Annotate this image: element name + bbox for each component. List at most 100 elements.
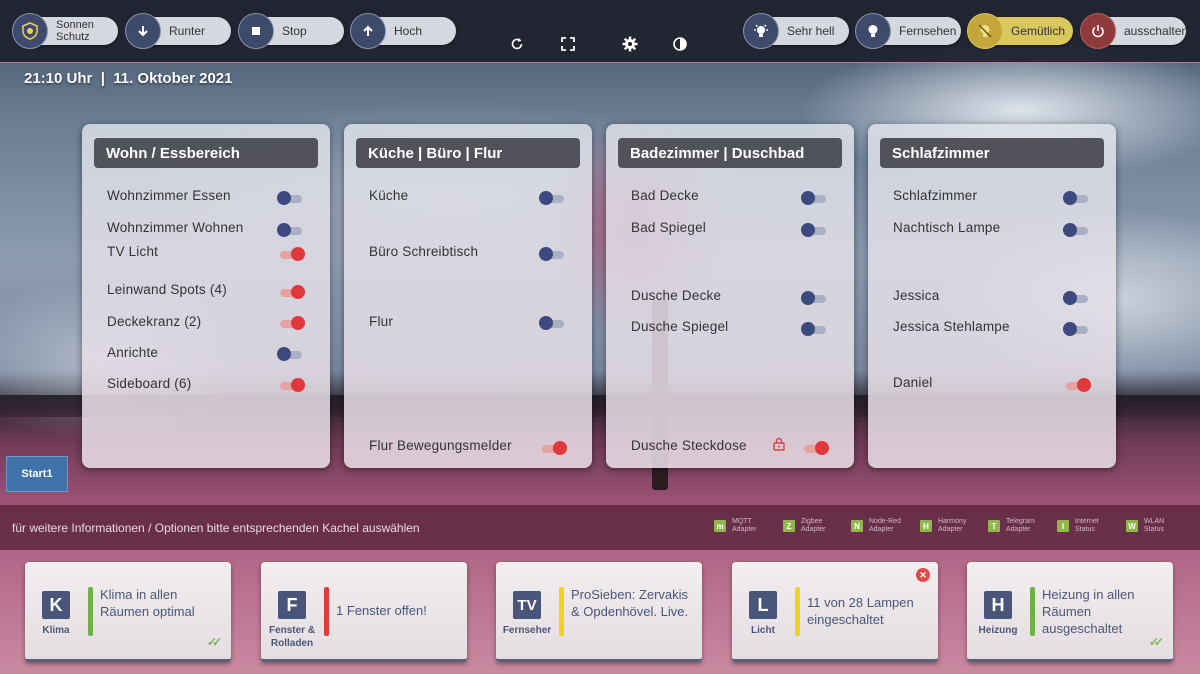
power-icon bbox=[1080, 13, 1116, 49]
light-label: Wohnzimmer Wohnen bbox=[107, 220, 244, 235]
light-toggle[interactable] bbox=[1063, 191, 1088, 205]
room-title: Schlafzimmer bbox=[880, 138, 1104, 168]
light-toggle[interactable] bbox=[804, 441, 829, 455]
tile-text: Heizung in allen Räumen ausgeschaltet bbox=[1042, 587, 1135, 636]
light-label: Daniel bbox=[893, 375, 933, 390]
light-label: Dusche Decke bbox=[631, 288, 722, 303]
light-toggle[interactable] bbox=[1063, 291, 1088, 305]
shutter-up-button[interactable]: Hoch bbox=[350, 13, 456, 49]
status-indicator: m bbox=[714, 520, 726, 532]
light-toggle[interactable] bbox=[539, 191, 564, 205]
status-label: Internet Status bbox=[1075, 518, 1099, 533]
light-toggle[interactable] bbox=[280, 316, 305, 330]
light-toggle[interactable] bbox=[277, 347, 302, 361]
status-indicator: I bbox=[1057, 520, 1069, 532]
tile-caption: Heizung bbox=[978, 625, 1018, 636]
tile-caption: Licht bbox=[751, 625, 775, 636]
status-telegram[interactable]: T Telegram Adapter bbox=[988, 518, 1035, 534]
tile-icon: H bbox=[984, 591, 1012, 619]
light-toggle[interactable] bbox=[280, 378, 305, 392]
light-toggle[interactable] bbox=[1066, 378, 1091, 392]
double-check-icon: ✓✓ bbox=[1148, 635, 1164, 649]
status-label: Node-Red Adapter bbox=[869, 518, 901, 533]
light-label: Büro Schreibtisch bbox=[369, 244, 479, 259]
tile-status-bar bbox=[795, 587, 800, 636]
light-toggle[interactable] bbox=[277, 223, 302, 237]
light-label: Küche bbox=[369, 188, 409, 203]
light-toggle[interactable] bbox=[1063, 322, 1088, 336]
stop-icon bbox=[238, 13, 274, 49]
sun-protection-label: Sonnen Schutz bbox=[56, 19, 94, 43]
light-label: Wohnzimmer Essen bbox=[107, 188, 231, 203]
sun-protection-button[interactable]: Sonnen Schutz bbox=[12, 13, 118, 49]
tile-lights[interactable]: ✕ L Licht 11 von 28 Lampen eingeschaltet bbox=[732, 562, 938, 662]
room-title: Wohn / Essbereich bbox=[94, 138, 318, 168]
room-title: Küche | Büro | Flur bbox=[356, 138, 580, 168]
refresh-icon[interactable] bbox=[508, 35, 526, 53]
fullscreen-icon[interactable] bbox=[559, 35, 577, 53]
shutter-down-button[interactable]: Runter bbox=[125, 13, 231, 49]
scene-tv-label: Fernsehen bbox=[899, 24, 957, 38]
light-toggle[interactable] bbox=[1063, 223, 1088, 237]
light-label: TV Licht bbox=[107, 244, 159, 259]
tile-caption: Fernseher bbox=[502, 625, 552, 636]
shutter-stop-label: Stop bbox=[282, 24, 307, 38]
tile-icon: TV bbox=[513, 591, 541, 619]
light-toggle[interactable] bbox=[539, 316, 564, 330]
all-off-button[interactable]: ausschalten bbox=[1080, 13, 1189, 49]
lock-icon[interactable] bbox=[772, 437, 786, 451]
tile-tv[interactable]: TV Fernseher ProSieben: Zervakis & Opden… bbox=[496, 562, 702, 662]
alert-close-icon[interactable]: ✕ bbox=[916, 568, 930, 582]
status-mqtt[interactable]: m MQTT Adapter bbox=[714, 518, 757, 534]
scene-very-bright-button[interactable]: Sehr hell bbox=[743, 13, 849, 49]
light-toggle[interactable] bbox=[280, 285, 305, 299]
contrast-icon[interactable] bbox=[671, 35, 689, 53]
scene-cozy-label: Gemütlich bbox=[1011, 24, 1066, 38]
tile-status-bar bbox=[88, 587, 93, 636]
status-indicator: T bbox=[988, 520, 1000, 532]
tile-heating[interactable]: H Heizung Heizung in allen Räumen ausges… bbox=[967, 562, 1173, 662]
room-card-bedroom: Schlafzimmer Schlafzimmer Nachtisch Lamp… bbox=[868, 124, 1116, 468]
light-toggle[interactable] bbox=[801, 191, 826, 205]
tile-caption: Klima bbox=[42, 625, 70, 636]
all-off-label: ausschalten bbox=[1124, 24, 1189, 38]
bright-bulb-icon bbox=[743, 13, 779, 49]
light-toggle[interactable] bbox=[801, 322, 826, 336]
tile-climate[interactable]: K Klima Klima in allen Räumen optimal ✓✓ bbox=[25, 562, 231, 662]
light-toggle[interactable] bbox=[542, 441, 567, 455]
status-label: MQTT Adapter bbox=[732, 518, 757, 533]
status-node-red[interactable]: N Node-Red Adapter bbox=[851, 518, 901, 534]
shutter-stop-button[interactable]: Stop bbox=[238, 13, 344, 49]
scene-tv-button[interactable]: Fernsehen bbox=[855, 13, 961, 49]
tile-status-bar bbox=[324, 587, 329, 636]
arrow-down-icon bbox=[125, 13, 161, 49]
bulb-icon bbox=[855, 13, 891, 49]
start-button[interactable]: Start1 bbox=[6, 456, 68, 492]
arrow-up-icon bbox=[350, 13, 386, 49]
tile-text: 11 von 28 Lampen eingeschaltet bbox=[807, 595, 914, 627]
sun-shield-icon bbox=[12, 13, 48, 49]
gear-icon[interactable] bbox=[621, 35, 639, 53]
status-wlan[interactable]: W WLAN Status bbox=[1126, 518, 1164, 534]
scene-cozy-button[interactable]: Gemütlich bbox=[967, 13, 1073, 49]
light-toggle[interactable] bbox=[277, 191, 302, 205]
status-harmony[interactable]: H Harmony Adapter bbox=[920, 518, 966, 534]
status-indicator: H bbox=[920, 520, 932, 532]
light-label: Flur Bewegungsmelder bbox=[369, 438, 512, 453]
info-text: für weitere Informationen / Optionen bit… bbox=[12, 521, 420, 535]
scene-very-bright-label: Sehr hell bbox=[787, 24, 835, 38]
double-check-icon: ✓✓ bbox=[206, 635, 222, 649]
status-label: WLAN Status bbox=[1144, 518, 1165, 533]
status-internet[interactable]: I Internet Status bbox=[1057, 518, 1099, 534]
light-toggle[interactable] bbox=[801, 291, 826, 305]
light-toggle[interactable] bbox=[539, 247, 564, 261]
room-card-bathroom: Badezimmer | Duschbad Bad Decke Bad Spie… bbox=[606, 124, 854, 468]
light-label: Jessica bbox=[893, 288, 940, 303]
tile-windows[interactable]: F Fenster & Rolladen 1 Fenster offen! bbox=[261, 562, 467, 662]
light-label: Jessica Stehlampe bbox=[893, 319, 1010, 334]
status-label: Zigbee Adapter bbox=[801, 518, 826, 533]
light-toggle[interactable] bbox=[280, 247, 305, 261]
light-toggle[interactable] bbox=[801, 223, 826, 237]
status-zigbee[interactable]: Z Zigbee Adapter bbox=[783, 518, 826, 534]
light-label: Schlafzimmer bbox=[893, 188, 978, 203]
